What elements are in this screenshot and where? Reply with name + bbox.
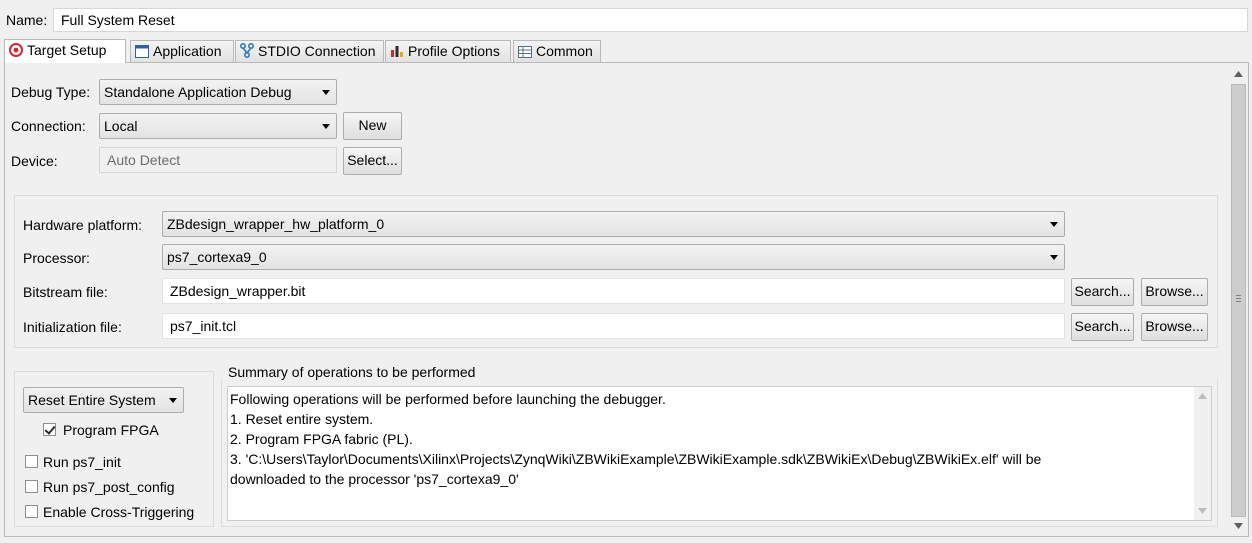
reset-mode-value: Reset Entire System: [28, 392, 156, 408]
processor-label: Processor:: [23, 250, 90, 266]
tab-common[interactable]: Common: [513, 40, 601, 62]
bitstream-file-label: Bitstream file:: [23, 284, 108, 300]
application-window-icon: [135, 43, 149, 64]
scrollbar-thumb[interactable]: [1231, 84, 1246, 517]
processor-value: ps7_cortexa9_0: [167, 249, 267, 265]
reset-mode-dropdown[interactable]: Reset Entire System: [23, 387, 184, 413]
tab-profile-options[interactable]: Profile Options: [385, 40, 511, 62]
summary-line: 3. 'C:\Users\Taylor\Documents\Xilinx\Pro…: [230, 451, 1042, 467]
tab-label: STDIO Connection: [258, 43, 376, 59]
new-connection-button[interactable]: New: [343, 112, 402, 140]
summary-line: Following operations will be performed b…: [230, 391, 666, 407]
enable-cross-triggering-label: Enable Cross-Triggering: [43, 504, 195, 520]
bitstream-file-field[interactable]: ZBdesign_wrapper.bit: [162, 278, 1065, 304]
bitstream-browse-button[interactable]: Browse...: [1141, 278, 1208, 306]
select-device-button[interactable]: Select...: [343, 147, 402, 175]
hardware-platform-label: Hardware platform:: [23, 217, 143, 233]
init-search-button[interactable]: Search...: [1071, 313, 1134, 341]
initialization-file-label: Initialization file:: [23, 319, 122, 335]
hardware-platform-value: ZBdesign_wrapper_hw_platform_0: [167, 216, 385, 232]
hardware-platform-dropdown[interactable]: ZBdesign_wrapper_hw_platform_0: [162, 211, 1065, 237]
summary-title: Summary of operations to be performed: [228, 364, 480, 380]
chevron-down-icon: [1050, 222, 1058, 227]
summary-line: 1. Reset entire system.: [230, 411, 374, 427]
run-ps7-init-checkbox[interactable]: [25, 455, 38, 468]
connection-dropdown[interactable]: Local: [99, 113, 337, 139]
profile-chart-icon: [390, 43, 404, 64]
tab-label: Common: [536, 43, 593, 59]
run-ps7-post-config-label: Run ps7_post_config: [43, 479, 175, 495]
scroll-up-icon[interactable]: [1234, 71, 1243, 77]
chevron-down-icon: [1050, 255, 1058, 260]
chevron-down-icon: [322, 124, 330, 129]
bitstream-search-button[interactable]: Search...: [1071, 278, 1134, 306]
summary-text-area[interactable]: Following operations will be performed b…: [227, 386, 1212, 521]
tab-label: Target Setup: [27, 42, 107, 58]
grip-icon: [1236, 295, 1241, 296]
processor-dropdown[interactable]: ps7_cortexa9_0: [162, 244, 1065, 270]
debug-type-value: Standalone Application Debug: [104, 84, 292, 100]
device-field: Auto Detect: [99, 147, 337, 173]
initialization-file-field[interactable]: ps7_init.tcl: [162, 313, 1065, 339]
enable-cross-triggering-checkbox[interactable]: [25, 505, 38, 518]
connection-value: Local: [104, 118, 138, 134]
program-fpga-checkbox[interactable]: [43, 423, 56, 436]
tab-stdio-connection[interactable]: STDIO Connection: [235, 40, 384, 62]
chevron-down-icon: [322, 90, 330, 95]
target-icon: [9, 42, 23, 63]
main-scrollbar[interactable]: [1229, 64, 1248, 536]
connection-label: Connection:: [11, 118, 86, 134]
summary-line: downloaded to the processor 'ps7_cortexa…: [230, 471, 519, 487]
summary-scrollbar[interactable]: [1194, 387, 1211, 520]
init-browse-button[interactable]: Browse...: [1141, 313, 1208, 341]
connection-branch-icon: [239, 42, 255, 64]
program-fpga-label: Program FPGA: [63, 422, 159, 438]
device-label: Device:: [11, 153, 58, 169]
tab-application[interactable]: Application: [130, 40, 234, 62]
scroll-down-icon[interactable]: [1234, 523, 1243, 529]
tab-target-setup[interactable]: Target Setup: [4, 39, 126, 63]
scroll-down-icon[interactable]: [1198, 508, 1207, 514]
name-label: Name:: [6, 12, 48, 28]
summary-line: 2. Program FPGA fabric (PL).: [230, 431, 413, 447]
tab-label: Profile Options: [408, 43, 500, 59]
chevron-down-icon: [169, 398, 177, 403]
run-ps7-post-config-checkbox[interactable]: [25, 480, 38, 493]
common-table-icon: [518, 43, 532, 64]
run-ps7-init-label: Run ps7_init: [43, 454, 121, 470]
tab-label: Application: [153, 43, 222, 59]
debug-type-label: Debug Type:: [11, 84, 91, 100]
scroll-up-icon[interactable]: [1198, 393, 1207, 399]
name-field[interactable]: Full System Reset: [53, 8, 1248, 32]
debug-type-dropdown[interactable]: Standalone Application Debug: [99, 79, 337, 105]
